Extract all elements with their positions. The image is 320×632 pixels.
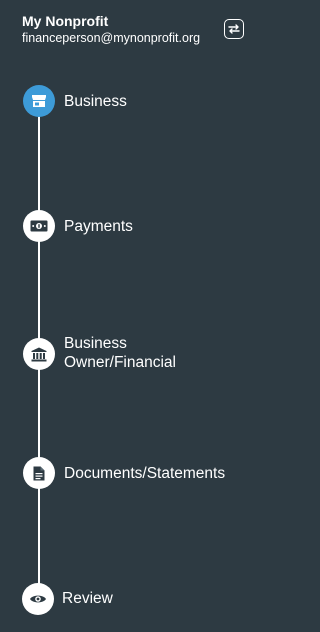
bank-icon xyxy=(31,347,47,361)
step-documents-statements-marker xyxy=(23,457,55,489)
switch-account-button[interactable] xyxy=(224,19,244,39)
step-business-label: Business xyxy=(64,93,127,110)
onboarding-sidebar: My Nonprofit financeperson@mynonprofit.o… xyxy=(0,0,269,632)
step-business-marker xyxy=(23,85,55,117)
step-payments-label: Payments xyxy=(64,218,133,235)
step-review[interactable]: Review xyxy=(0,583,269,615)
step-business-owner-financial-marker xyxy=(23,338,55,370)
eye-icon xyxy=(30,595,46,603)
step-review-marker xyxy=(22,583,54,615)
step-business-owner-financial[interactable]: Business Owner/Financial xyxy=(0,335,269,374)
organization-email: financeperson@mynonprofit.org xyxy=(22,31,201,45)
switch-account-icon xyxy=(228,24,240,34)
storefront-icon xyxy=(32,95,46,107)
step-review-label: Review xyxy=(62,590,113,607)
step-payments-marker xyxy=(23,210,55,242)
step-business-owner-financial-label-line2: Owner/Financial xyxy=(64,354,176,371)
organization-name: My Nonprofit xyxy=(22,13,109,29)
money-bill-icon xyxy=(30,220,48,232)
step-business-owner-financial-label-line1: Business xyxy=(64,335,127,352)
step-payments[interactable]: Payments xyxy=(0,210,269,242)
step-documents-statements-label: Documents/Statements xyxy=(64,465,226,482)
step-business[interactable]: Business xyxy=(0,85,269,117)
step-documents-statements[interactable]: Documents/Statements xyxy=(0,457,269,489)
document-icon xyxy=(33,466,45,480)
